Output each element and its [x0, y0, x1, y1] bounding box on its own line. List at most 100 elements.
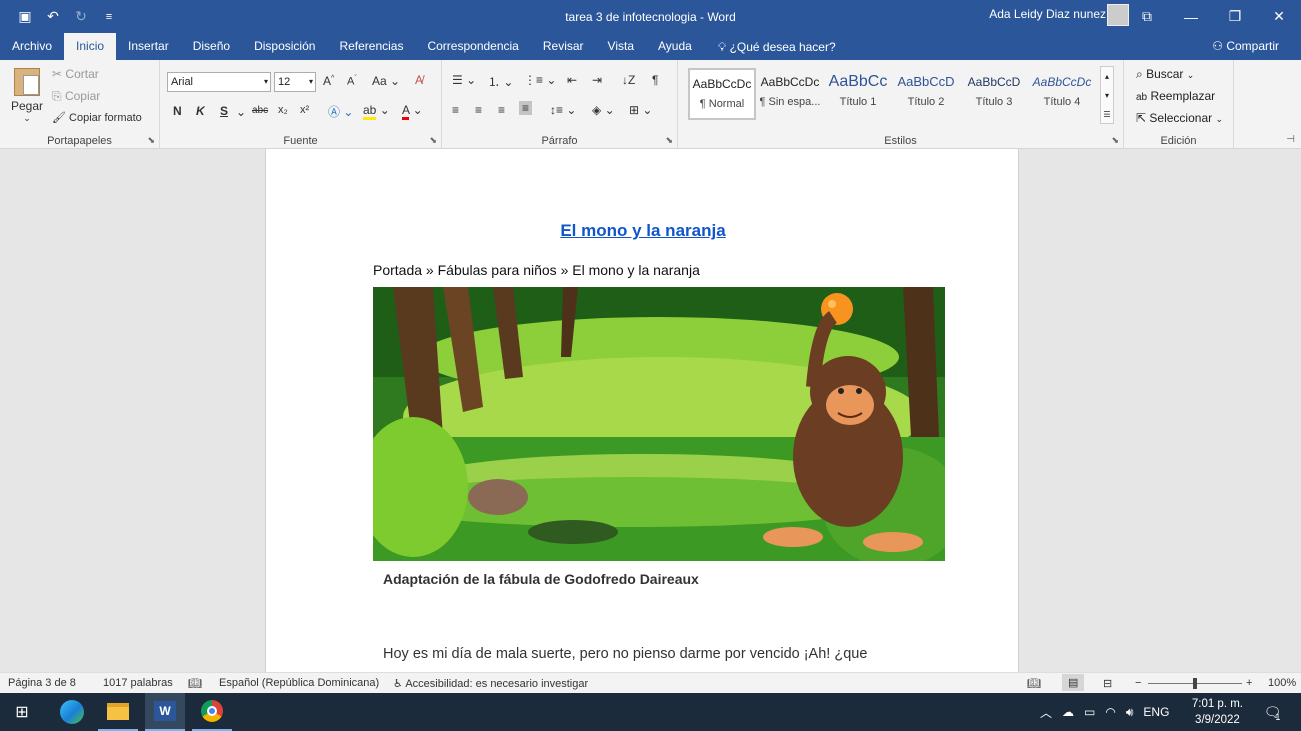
- language-indicator[interactable]: Español (República Dominicana): [219, 677, 379, 689]
- style-no-spacing[interactable]: AaBbCcDc ¶ Sin espa...: [756, 68, 824, 120]
- customize-qat-icon[interactable]: ≡: [98, 11, 120, 23]
- read-mode-icon[interactable]: 📖︎: [1027, 677, 1041, 690]
- collapse-ribbon-icon[interactable]: ⊣: [1286, 134, 1295, 145]
- styles-dialog-launcher-icon[interactable]: ⬊: [1111, 135, 1119, 146]
- user-name[interactable]: Ada Leidy Diaz nunez: [989, 7, 1106, 21]
- tab-revisar[interactable]: Revisar: [531, 33, 596, 60]
- dialog-launcher-icon[interactable]: ⬊: [147, 135, 155, 146]
- shading-icon[interactable]: ◈ ⌄: [592, 103, 615, 117]
- input-language[interactable]: ENG: [1143, 705, 1169, 719]
- format-painter-button[interactable]: 🖌︎ Copiar formato: [52, 111, 142, 124]
- close-icon[interactable]: ✕: [1257, 0, 1301, 33]
- select-button[interactable]: ⇱ Seleccionar ⌄: [1136, 111, 1223, 125]
- align-left-icon[interactable]: ≡: [452, 103, 459, 117]
- save-icon[interactable]: ▣: [14, 8, 36, 25]
- font-color-icon[interactable]: A ⌄: [402, 103, 423, 120]
- accessibility-status[interactable]: ♿︎ Accesibilidad: es necesario investiga…: [393, 677, 588, 690]
- word-count[interactable]: 1017 palabras: [103, 677, 173, 689]
- align-right-icon[interactable]: ≡: [498, 103, 505, 117]
- onedrive-cloud-icon[interactable]: ☁: [1062, 705, 1074, 719]
- tab-vista[interactable]: Vista: [596, 33, 646, 60]
- font-dialog-launcher-icon[interactable]: ⬊: [429, 135, 437, 146]
- web-layout-icon[interactable]: ⊟: [1103, 677, 1112, 690]
- windows-start-icon[interactable]: ⊞: [2, 693, 42, 731]
- italic-button[interactable]: K: [196, 104, 205, 118]
- underline-button[interactable]: S: [220, 104, 228, 118]
- subscript-icon[interactable]: x₂: [278, 104, 288, 116]
- proofing-icon[interactable]: 📖︎: [188, 677, 202, 690]
- word-app-icon[interactable]: W: [145, 693, 185, 731]
- style-heading-4[interactable]: AaBbCcDc Título 4: [1028, 68, 1096, 120]
- taskbar-clock[interactable]: 7:01 p. m. 3/9/2022: [1192, 696, 1243, 728]
- style-heading-3[interactable]: AaBbCcD Título 3: [960, 68, 1028, 120]
- decrease-indent-icon[interactable]: ⇤: [567, 73, 577, 87]
- chrome-browser-icon[interactable]: [192, 693, 232, 731]
- tab-ayuda[interactable]: Ayuda: [646, 33, 704, 60]
- zoom-level[interactable]: 100%: [1268, 677, 1296, 689]
- multilevel-list-icon[interactable]: ⋮≡ ⌄: [524, 73, 556, 87]
- copy-button[interactable]: ⎘ Copiar: [52, 89, 100, 104]
- notifications-icon[interactable]: 🗨︎ 1: [1252, 693, 1292, 731]
- highlight-icon[interactable]: ab ⌄: [363, 103, 390, 120]
- page-count[interactable]: Página 3 de 8: [8, 677, 76, 689]
- wifi-icon[interactable]: ◠: [1105, 705, 1115, 719]
- tab-insertar[interactable]: Insertar: [116, 33, 181, 60]
- document-heading[interactable]: El mono y la naranja: [266, 221, 1020, 241]
- show-hidden-icons-icon[interactable]: ︿: [1040, 704, 1052, 721]
- grow-font-icon[interactable]: A^: [323, 74, 334, 88]
- font-name-value: Arial: [171, 76, 194, 88]
- clear-format-icon[interactable]: A̸: [415, 73, 423, 87]
- paste-button[interactable]: Pegar ⌄: [10, 68, 44, 128]
- sort-icon[interactable]: ↓Z: [622, 73, 635, 87]
- battery-icon[interactable]: ▭: [1084, 705, 1095, 719]
- styles-scroll[interactable]: ▴ ▾ ☰: [1100, 66, 1114, 124]
- strikethrough-icon[interactable]: abc: [252, 105, 268, 116]
- superscript-icon[interactable]: x²: [300, 104, 309, 116]
- tab-disposicion[interactable]: Disposición: [242, 33, 327, 60]
- justify-icon[interactable]: ≡: [519, 101, 533, 115]
- align-center-icon[interactable]: ≡: [475, 103, 482, 117]
- style-heading-1[interactable]: AaBbCc Título 1: [824, 68, 892, 120]
- restore-icon[interactable]: ❐: [1213, 0, 1257, 33]
- volume-icon[interactable]: 🔊︎: [1126, 705, 1134, 720]
- style-normal[interactable]: AaBbCcDc ¶ Normal: [688, 68, 756, 120]
- shrink-font-icon[interactable]: Aˇ: [347, 75, 357, 88]
- file-explorer-icon[interactable]: [98, 693, 138, 731]
- paragraph-dialog-launcher-icon[interactable]: ⬊: [665, 135, 673, 146]
- underline-dropdown-icon[interactable]: ⌄: [236, 105, 246, 119]
- redo-icon[interactable]: ↻: [70, 8, 92, 25]
- font-name-combo[interactable]: Arial ▾: [167, 72, 271, 92]
- bold-button[interactable]: N: [173, 104, 182, 118]
- tell-me-box[interactable]: 💡︎ ¿Qué desea hacer?: [718, 34, 836, 60]
- tab-archivo[interactable]: Archivo: [0, 33, 64, 60]
- zoom-slider-thumb[interactable]: [1193, 678, 1197, 689]
- change-case-icon[interactable]: Aa ⌄: [372, 74, 400, 88]
- replace-button[interactable]: ab Reemplazar: [1136, 89, 1215, 103]
- line-spacing-icon[interactable]: ↕≡ ⌄: [550, 103, 576, 117]
- edge-browser-icon[interactable]: [52, 693, 92, 731]
- font-size-combo[interactable]: 12 ▾: [274, 72, 316, 92]
- tab-correspondencia[interactable]: Correspondencia: [415, 33, 530, 60]
- body-paragraph[interactable]: Hoy es mi día de mala suerte, pero no pi…: [383, 642, 923, 666]
- ribbon-display-icon[interactable]: ⧉: [1125, 0, 1169, 33]
- undo-icon[interactable]: ↶: [42, 8, 64, 25]
- tab-diseno[interactable]: Diseño: [181, 33, 242, 60]
- share-button[interactable]: ⚇ Compartir: [1212, 33, 1279, 59]
- show-marks-icon[interactable]: ¶: [652, 73, 658, 87]
- find-button[interactable]: ⌕ Buscar ⌄: [1136, 67, 1194, 82]
- monkey-orange-illustration[interactable]: [373, 287, 945, 561]
- bullets-icon[interactable]: ☰ ⌄: [452, 73, 476, 87]
- style-heading-2[interactable]: AaBbCcD Título 2: [892, 68, 960, 120]
- cut-button[interactable]: ✂ Cortar: [52, 67, 99, 81]
- tab-referencias[interactable]: Referencias: [327, 33, 415, 60]
- document-page[interactable]: El mono y la naranja Portada » Fábulas p…: [265, 149, 1019, 672]
- print-layout-icon[interactable]: ▤: [1062, 674, 1085, 691]
- text-effects-icon[interactable]: Ⓐ ⌄: [328, 103, 353, 120]
- minimize-icon[interactable]: —: [1169, 0, 1213, 33]
- zoom-in-icon[interactable]: +: [1246, 677, 1252, 689]
- numbering-icon[interactable]: ⒈ ⌄: [488, 73, 513, 90]
- zoom-out-icon[interactable]: −: [1135, 677, 1141, 689]
- borders-icon[interactable]: ⊞ ⌄: [629, 103, 652, 117]
- tab-inicio[interactable]: Inicio: [64, 33, 117, 60]
- increase-indent-icon[interactable]: ⇥: [592, 73, 602, 87]
